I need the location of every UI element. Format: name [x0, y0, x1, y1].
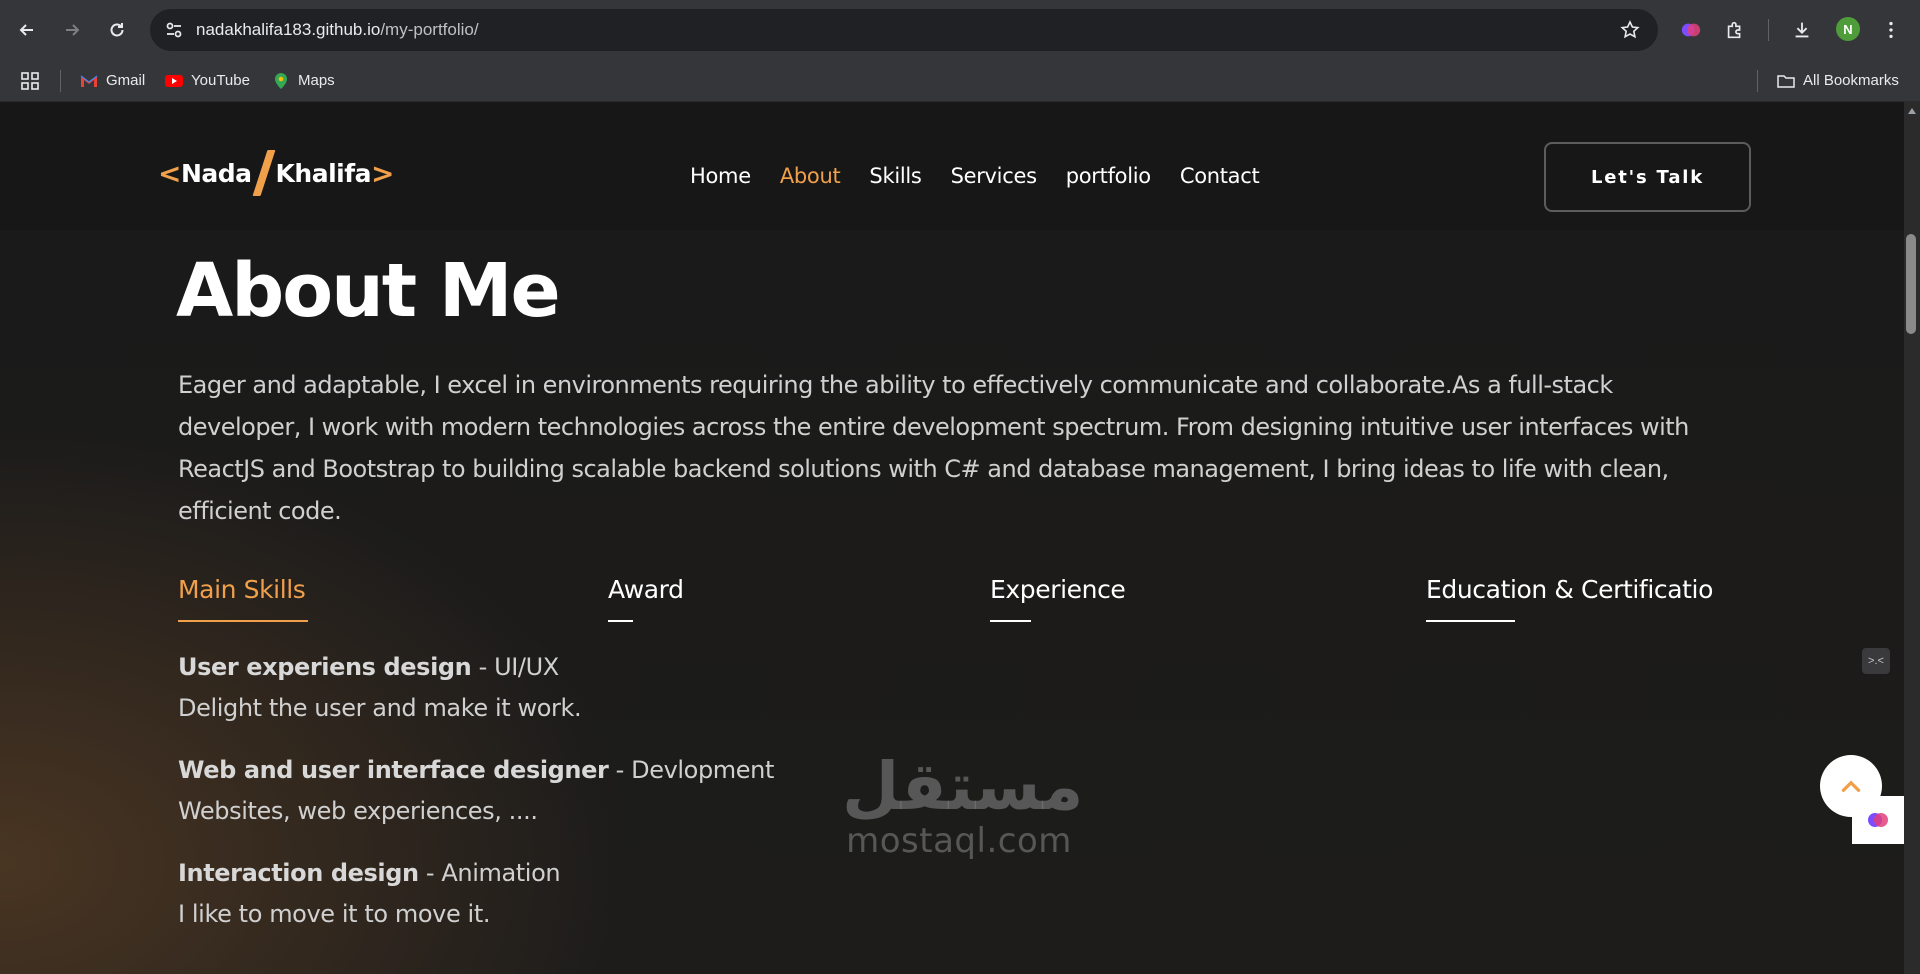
- bookmarks-bar: Gmail YouTube Maps All Bookmarks: [0, 59, 1920, 102]
- skill-heading: User experiens design - UI/UX: [178, 647, 581, 688]
- floating-extension-button[interactable]: [1852, 796, 1904, 844]
- extensions-button[interactable]: [1722, 17, 1748, 43]
- skill-title: Interaction design: [178, 859, 419, 887]
- nav-services[interactable]: Services: [951, 164, 1037, 188]
- url-text: nadakhalifa183.github.io/my-portfolio/: [196, 20, 479, 40]
- youtube-icon: [165, 74, 183, 87]
- address-bar[interactable]: nadakhalifa183.github.io/my-portfolio/: [150, 9, 1658, 51]
- back-button[interactable]: [9, 12, 45, 48]
- tab-main-skills[interactable]: Main Skills: [178, 575, 306, 604]
- skill-item: Web and user interface designer - Devlop…: [178, 750, 774, 832]
- scrollbar-thumb[interactable]: [1906, 234, 1916, 334]
- bookmark-label: YouTube: [191, 72, 250, 89]
- toolbar-divider: [1768, 19, 1769, 41]
- logo-right-bracket: >: [370, 156, 394, 190]
- skill-description: I like to move it to move it.: [178, 900, 491, 928]
- about-description: Eager and adaptable, I excel in environm…: [178, 371, 1689, 525]
- skill-heading: Interaction design - Animation: [178, 853, 561, 894]
- lets-talk-button[interactable]: Let's Talk: [1544, 142, 1751, 212]
- bookmark-label: Maps: [298, 72, 335, 89]
- folder-icon: [1777, 74, 1795, 88]
- bookmark-star-icon[interactable]: [1620, 20, 1640, 40]
- logo-slash: [252, 150, 276, 196]
- logo-first-name: Nada: [180, 158, 252, 188]
- mostaql-watermark: مستقل mostaql.com: [842, 748, 1084, 861]
- skill-tag: - Devlopment: [608, 756, 775, 784]
- skill-heading: Web and user interface designer - Devlop…: [178, 750, 774, 791]
- downloads-button[interactable]: [1789, 17, 1815, 43]
- tab-underline: [608, 620, 633, 622]
- skill-title: Web and user interface designer: [178, 756, 609, 784]
- nav-skills[interactable]: Skills: [869, 164, 921, 188]
- watermark-latin: mostaql.com: [846, 821, 1072, 861]
- tab-award[interactable]: Award: [608, 575, 684, 604]
- logo-left-bracket: <: [158, 156, 181, 190]
- side-widget-tag[interactable]: >.<: [1862, 648, 1890, 674]
- tab-underline: [1426, 620, 1515, 622]
- profile-avatar[interactable]: N: [1836, 17, 1860, 41]
- tab-underline-active: [178, 620, 308, 622]
- skill-tag: - UI/UX: [471, 653, 560, 681]
- brain-icon: [1868, 813, 1888, 827]
- bookmark-label: Gmail: [106, 72, 146, 89]
- browser-menu-button[interactable]: [1878, 17, 1904, 43]
- puzzle-icon: [1727, 21, 1741, 39]
- nav-contact[interactable]: Contact: [1180, 164, 1260, 188]
- arrow-right-icon: [66, 24, 80, 36]
- page-scrollbar[interactable]: [1904, 102, 1920, 974]
- bookmarks-divider: [1757, 70, 1758, 92]
- nav-home[interactable]: Home: [690, 164, 751, 188]
- bookmark-gmail[interactable]: Gmail: [80, 59, 145, 102]
- maps-icon: [275, 72, 287, 89]
- site-header: < Nada Khalifa > Home About Skills Servi…: [0, 102, 1904, 230]
- arrow-left-icon: [19, 24, 33, 36]
- browser-toolbar: nadakhalifa183.github.io/my-portfolio/ N: [0, 0, 1920, 59]
- skill-item: User experiens design - UI/UX Delight th…: [178, 647, 582, 729]
- site-logo[interactable]: < Nada Khalifa >: [158, 150, 394, 196]
- apps-grid-icon: [21, 71, 39, 90]
- bookmark-maps[interactable]: Maps: [272, 59, 335, 102]
- bookmarks-divider: [60, 70, 61, 92]
- apps-button[interactable]: [21, 59, 39, 102]
- tab-underline: [990, 620, 1031, 622]
- kebab-menu-icon: [1889, 21, 1893, 39]
- watermark-arabic: مستقل: [842, 748, 1084, 825]
- extension-brain-button[interactable]: [1678, 17, 1704, 43]
- skill-tag: - Animation: [418, 859, 561, 887]
- brain-icon: [1681, 23, 1701, 37]
- forward-button[interactable]: [54, 12, 90, 48]
- gmail-icon: [80, 75, 98, 87]
- skill-item: Interaction design - Animation I like to…: [178, 853, 561, 935]
- url-host: nadakhalifa183.github.io: [196, 20, 381, 39]
- url-path: /my-portfolio/: [380, 20, 479, 39]
- site-info-icon[interactable]: [164, 20, 184, 40]
- scroll-up-arrow-icon[interactable]: [1908, 108, 1916, 114]
- skill-title: User experiens design: [178, 653, 472, 681]
- nav-portfolio[interactable]: portfolio: [1066, 164, 1151, 188]
- bookmark-youtube[interactable]: YouTube: [165, 59, 250, 102]
- download-icon: [1795, 22, 1809, 38]
- tab-education[interactable]: Education & Certificatio: [1426, 575, 1713, 604]
- skill-description: Delight the user and make it work.: [178, 694, 582, 722]
- all-bookmarks-button[interactable]: All Bookmarks: [1777, 59, 1899, 102]
- tab-experience[interactable]: Experience: [990, 575, 1126, 604]
- all-bookmarks-label: All Bookmarks: [1803, 72, 1899, 89]
- page-title: About Me: [176, 248, 561, 334]
- main-nav: Home About Skills Services portfolio Con…: [690, 164, 1260, 188]
- reload-icon: [110, 23, 124, 37]
- logo-last-name: Khalifa: [275, 158, 372, 188]
- nav-about[interactable]: About: [780, 164, 841, 188]
- reload-button[interactable]: [99, 12, 135, 48]
- skill-description: Websites, web experiences, ....: [178, 797, 538, 825]
